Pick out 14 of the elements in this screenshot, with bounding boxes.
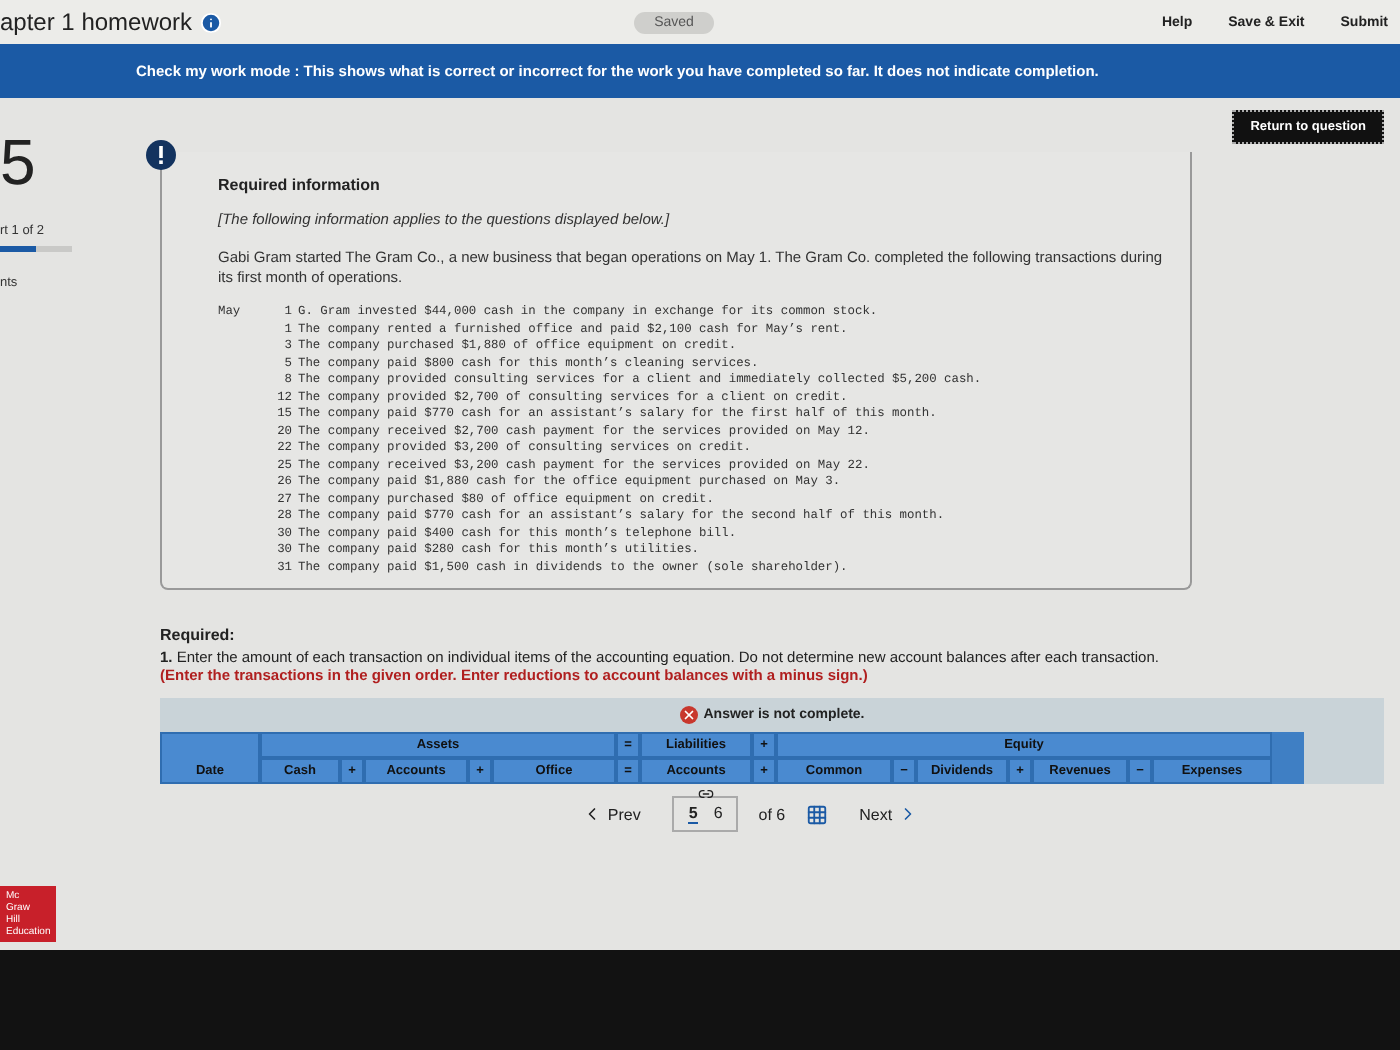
alert-icon xyxy=(146,140,176,170)
prev-button[interactable]: Prev xyxy=(569,802,653,827)
page-button[interactable]: 6 xyxy=(713,804,723,825)
grid-icon[interactable] xyxy=(805,803,828,826)
error-icon xyxy=(679,706,698,725)
info-heading: Required information xyxy=(218,176,382,194)
next-button[interactable]: Next xyxy=(847,802,931,827)
assignment-title: apter 1 homework xyxy=(0,8,193,36)
info-icon[interactable] xyxy=(200,11,223,33)
page-total: of 6 xyxy=(758,805,786,824)
page-button[interactable]: 5 xyxy=(688,804,698,825)
question-number: 5 xyxy=(0,126,38,200)
link-icon xyxy=(697,786,714,803)
required-heading: Required: xyxy=(160,626,237,648)
